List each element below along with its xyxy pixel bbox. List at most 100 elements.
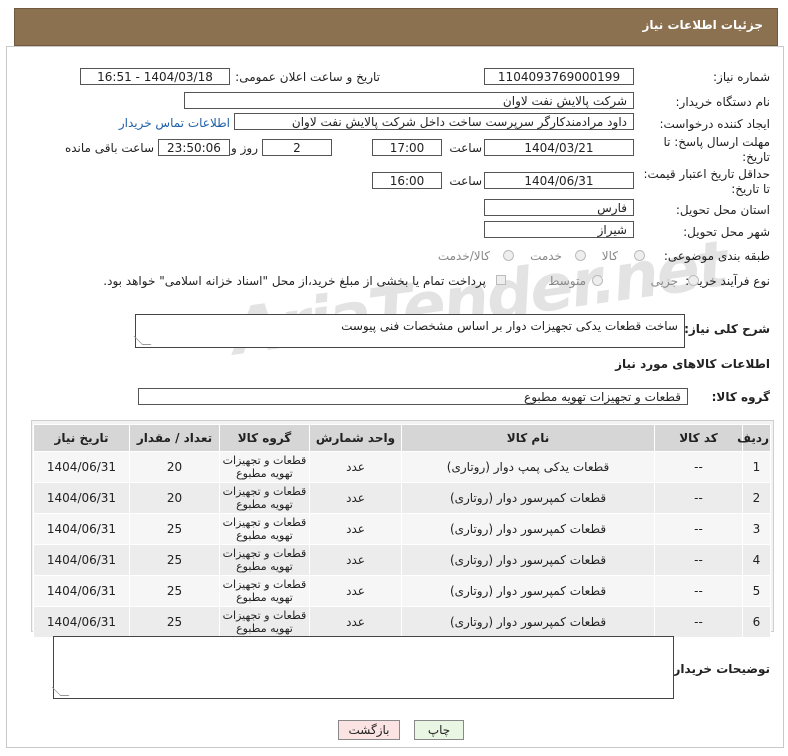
cell-group-line2: تهویه مطبوع [236, 467, 293, 480]
remaining-time-field: 23:50:06 [158, 139, 230, 156]
cell-date: 1404/06/31 [33, 544, 130, 576]
price-validity-label: حداقل تاریخ اعتبار قیمت: تا تاریخ: [643, 167, 770, 197]
description-label: شرح کلی نیاز: [684, 322, 770, 336]
cell-name: قطعات کمپرسور دوار (روتاری) [401, 575, 655, 607]
buyer-notes-textarea[interactable] [51, 636, 674, 699]
cell-qty: 25 [129, 606, 220, 638]
need-number-label: شماره نیاز: [713, 70, 770, 84]
table-row: 2 -- قطعات کمپرسور دوار (روتاری) عدد قطع… [33, 482, 771, 514]
cell-unit: عدد [309, 606, 402, 638]
resize-grip-icon [133, 336, 152, 345]
col-header-date: تاریخ نیاز [33, 424, 130, 452]
col-header-qty: تعداد / مقدار [129, 424, 220, 452]
page-header: جزئیات اطلاعات نیاز [14, 8, 778, 46]
deadline-label-line1: مهلت ارسال پاسخ: تا [663, 135, 770, 149]
goods-group-label: گروه کالا: [711, 390, 770, 404]
requester-label: ایجاد کننده درخواست: [659, 117, 770, 131]
col-header-code: کد کالا [654, 424, 743, 452]
category-radio-goods[interactable] [634, 250, 645, 261]
category-radio-service[interactable] [575, 250, 586, 261]
payment-note: پرداخت تمام یا بخشی از مبلغ خرید،از محل … [103, 274, 486, 288]
cell-code: -- [654, 451, 743, 483]
cell-name: قطعات کمپرسور دوار (روتاری) [401, 513, 655, 545]
cell-group: قطعات و تجهیزات تهویه مطبوع [219, 575, 310, 607]
col-header-name: نام کالا [401, 424, 655, 452]
cell-name: قطعات کمپرسور دوار (روتاری) [401, 606, 655, 638]
payment-checkbox[interactable] [496, 275, 506, 285]
category-radio-goods-service[interactable] [503, 250, 514, 261]
cell-qty: 20 [129, 451, 220, 483]
col-header-group: گروه کالا [219, 424, 310, 452]
days-field: 2 [262, 139, 332, 156]
print-button[interactable]: چاپ [414, 720, 464, 740]
description-textarea[interactable]: ساخت قطعات یدکی تجهیزات دوار بر اساس مشخ… [133, 314, 685, 348]
cell-group-line1: قطعات و تجهیزات [222, 454, 307, 467]
need-number-field: 1104093769000199 [484, 68, 634, 85]
cell-group-line2: تهویه مطبوع [236, 622, 293, 635]
cell-group-line1: قطعات و تجهیزات [222, 516, 307, 529]
deadline-label-line2: تاریخ: [742, 150, 770, 164]
category-option-service: خدمت [530, 249, 562, 263]
cell-date: 1404/06/31 [33, 606, 130, 638]
price-time-label: ساعت [449, 174, 482, 188]
price-date-field: 1404/06/31 [484, 172, 634, 189]
resize-grip-icon [51, 687, 70, 696]
city-label: شهر محل تحویل: [683, 225, 770, 239]
table-row: 4 -- قطعات کمپرسور دوار (روتاری) عدد قطع… [33, 544, 771, 576]
cell-date: 1404/06/31 [33, 513, 130, 545]
goods-section-title: اطلاعات کالاهای مورد نیاز [615, 357, 770, 371]
cell-index: 2 [742, 482, 771, 514]
process-radio-minor[interactable] [688, 275, 699, 286]
col-header-index: ردیف [737, 424, 771, 452]
cell-index: 3 [742, 513, 771, 545]
deadline-label: مهلت ارسال پاسخ: تا تاریخ: [663, 135, 770, 165]
cell-group-line2: تهویه مطبوع [236, 529, 293, 542]
cell-group: قطعات و تجهیزات تهویه مطبوع [219, 513, 310, 545]
cell-unit: عدد [309, 575, 402, 607]
cell-date: 1404/06/31 [33, 482, 130, 514]
process-option-minor: جزیی [650, 274, 678, 288]
cell-date: 1404/06/31 [33, 575, 130, 607]
table-header-row: ردیف کد کالا نام کالا واحد شمارش گروه کا… [33, 424, 771, 452]
cell-group: قطعات و تجهیزات تهویه مطبوع [219, 451, 310, 483]
province-label: استان محل تحویل: [675, 203, 770, 217]
process-radio-medium[interactable] [592, 275, 603, 286]
col-header-unit: واحد شمارش [309, 424, 402, 452]
cell-index: 5 [742, 575, 771, 607]
announce-label: تاریخ و ساعت اعلان عمومی: [235, 70, 380, 84]
cell-code: -- [654, 606, 743, 638]
category-label: طبقه بندی موضوعی: [663, 249, 770, 263]
back-button[interactable]: بازگشت [338, 720, 400, 740]
price-label-line2: تا تاریخ: [731, 182, 770, 196]
cell-group: قطعات و تجهیزات تهویه مطبوع [219, 606, 310, 638]
cell-group-line2: تهویه مطبوع [236, 591, 293, 604]
city-field: شیراز [484, 221, 634, 238]
table-row: 1 -- قطعات یدکی پمپ دوار (روتاری) عدد قط… [33, 451, 771, 483]
table-row: 3 -- قطعات کمپرسور دوار (روتاری) عدد قطع… [33, 513, 771, 545]
cell-name: قطعات یدکی پمپ دوار (روتاری) [401, 451, 655, 483]
cell-group-line1: قطعات و تجهیزات [222, 578, 307, 591]
buyer-org-field: شرکت پالایش نفت لاوان [184, 92, 634, 109]
cell-qty: 25 [129, 513, 220, 545]
deadline-time-field: 17:00 [372, 139, 442, 156]
cell-unit: عدد [309, 482, 402, 514]
goods-table: ردیف کد کالا نام کالا واحد شمارش گروه کا… [33, 424, 771, 638]
process-option-medium: متوسط [548, 274, 586, 288]
cell-unit: عدد [309, 544, 402, 576]
cell-group-line1: قطعات و تجهیزات [222, 485, 307, 498]
cell-code: -- [654, 513, 743, 545]
cell-index: 6 [742, 606, 771, 638]
cell-unit: عدد [309, 451, 402, 483]
province-field: فارس [484, 199, 634, 216]
cell-index: 4 [742, 544, 771, 576]
cell-qty: 25 [129, 575, 220, 607]
contact-info-link[interactable]: اطلاعات تماس خریدار [119, 116, 230, 130]
cell-group-line2: تهویه مطبوع [236, 560, 293, 573]
table-row: 6 -- قطعات کمپرسور دوار (روتاری) عدد قطع… [33, 606, 771, 638]
cell-group-line2: تهویه مطبوع [236, 498, 293, 511]
cell-unit: عدد [309, 513, 402, 545]
goods-group-field: قطعات و تجهیزات تهویه مطبوع [138, 388, 688, 405]
description-text: ساخت قطعات یدکی تجهیزات دوار بر اساس مشخ… [341, 319, 678, 333]
cell-group-line1: قطعات و تجهیزات [222, 609, 307, 622]
buyer-notes-label: توضیحات خریدار: [668, 662, 770, 676]
